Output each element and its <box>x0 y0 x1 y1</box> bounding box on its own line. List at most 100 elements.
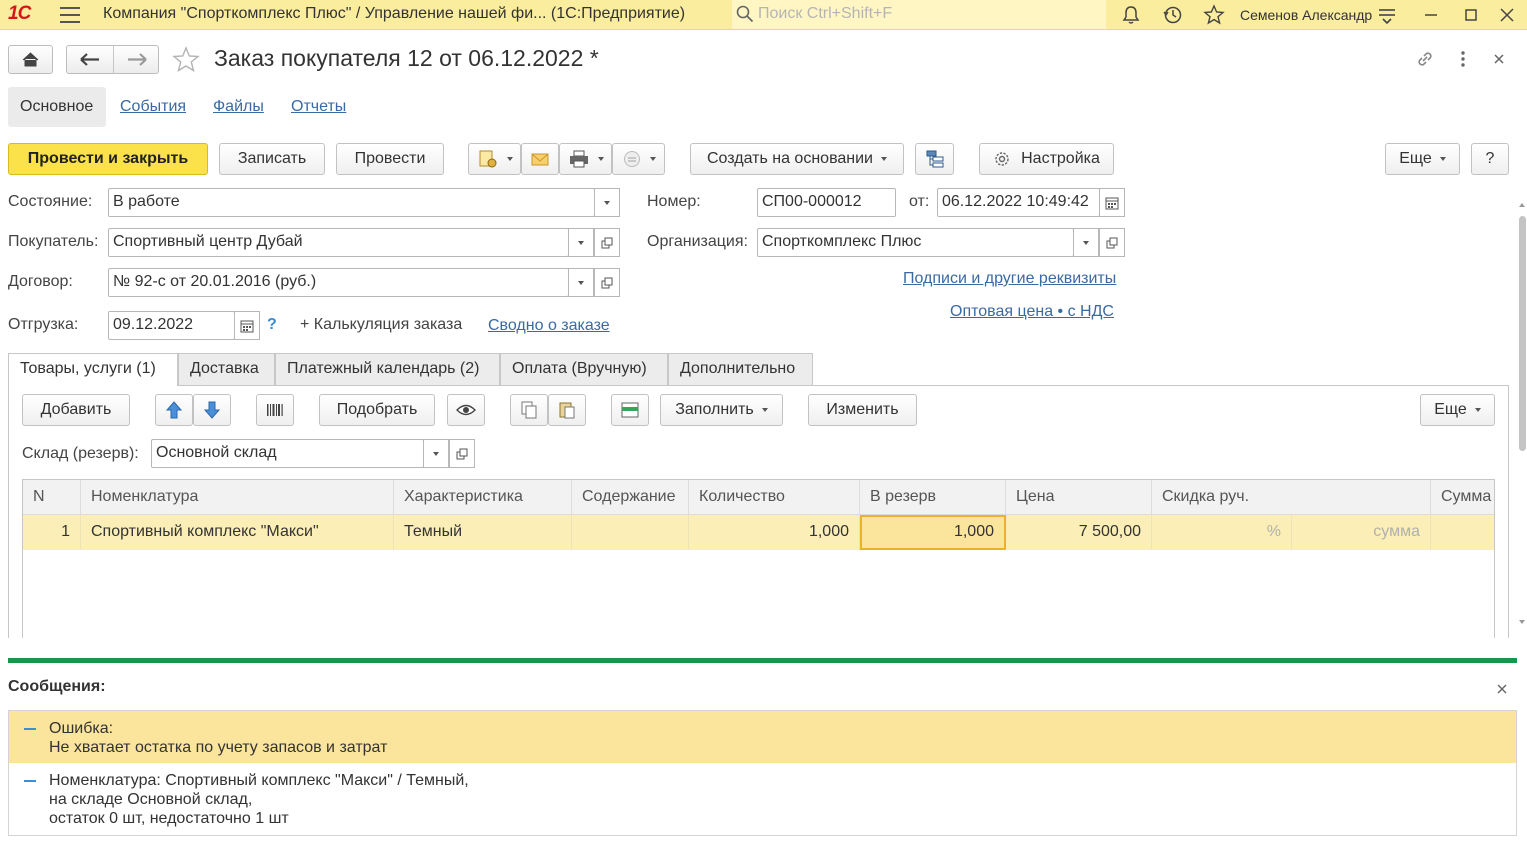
post-and-close-button[interactable]: Провести и закрыть <box>8 143 208 175</box>
main-menu-icon[interactable] <box>60 7 80 23</box>
contract-field[interactable]: № 92-с от 20.01.2016 (руб.) <box>108 268 569 297</box>
tab-goods[interactable]: Товары, услуги (1) <box>8 353 178 386</box>
col-header-quantity[interactable]: Количество <box>689 480 860 515</box>
contract-open-button[interactable] <box>594 268 620 297</box>
goods-more-button[interactable]: Еще <box>1420 394 1495 426</box>
favorite-star-icon[interactable] <box>172 46 200 74</box>
move-up-button[interactable] <box>155 394 193 426</box>
date-calendar-button[interactable] <box>1099 188 1125 217</box>
print-button[interactable] <box>559 143 612 175</box>
cell-discount-percent[interactable]: % <box>1152 515 1292 550</box>
close-window-icon[interactable] <box>1496 4 1518 26</box>
history-icon[interactable] <box>1162 4 1184 26</box>
organization-open-button[interactable] <box>1099 228 1125 257</box>
tab-files[interactable]: Файлы <box>213 98 264 116</box>
cell-quantity[interactable]: 1,000 <box>689 515 860 550</box>
vertical-scrollbar[interactable] <box>1517 200 1527 638</box>
buyer-field[interactable]: Спортивный центр Дубай <box>108 228 569 257</box>
tab-main[interactable]: Основное <box>8 87 106 127</box>
error-message[interactable]: Ошибка: Не хватает остатка по учету запа… <box>9 711 1516 763</box>
contract-dropdown-button[interactable] <box>568 268 594 297</box>
post-button[interactable]: Провести <box>336 143 444 175</box>
cell-n[interactable]: 1 <box>23 515 81 550</box>
buyer-dropdown-button[interactable] <box>568 228 594 257</box>
close-messages-icon[interactable] <box>1495 682 1509 696</box>
maximize-icon[interactable] <box>1460 4 1482 26</box>
col-header-price[interactable]: Цена <box>1006 480 1152 515</box>
warehouse-field[interactable]: Основной склад <box>151 439 424 468</box>
tab-payment[interactable]: Оплата (Вручную) <box>500 353 668 385</box>
shipment-date-field[interactable]: 09.12.2022 <box>108 311 235 340</box>
buyer-open-button[interactable] <box>594 228 620 257</box>
messages-divider[interactable] <box>8 658 1517 663</box>
organization-dropdown-button[interactable] <box>1073 228 1099 257</box>
copy-button[interactable] <box>510 394 548 426</box>
pick-items-button[interactable]: Подобрать <box>319 394 435 426</box>
preview-button[interactable] <box>447 394 485 426</box>
cell-characteristic[interactable]: Темный <box>394 515 572 550</box>
back-arrow-icon[interactable] <box>67 46 113 73</box>
search-input[interactable]: Поиск Ctrl+Shift+F <box>732 0 1106 29</box>
price-type-link[interactable]: Оптовая цена • с НДС <box>950 303 1114 321</box>
cell-discount-sum[interactable]: сумма <box>1292 515 1431 550</box>
warehouse-open-button[interactable] <box>449 439 475 468</box>
fill-button[interactable]: Заполнить <box>660 394 783 426</box>
col-header-reserve[interactable]: В резерв <box>860 480 1006 515</box>
structure-button[interactable] <box>915 143 954 175</box>
col-header-content[interactable]: Содержание <box>572 480 689 515</box>
scrollbar-thumb[interactable] <box>1519 216 1526 451</box>
col-header-n[interactable]: N <box>23 480 81 515</box>
number-field[interactable]: СП00-000012 <box>757 188 896 217</box>
favorites-star-icon[interactable] <box>1203 4 1225 26</box>
cell-sum[interactable] <box>1431 515 1494 550</box>
tab-delivery[interactable]: Доставка <box>178 353 275 385</box>
cell-price[interactable]: 7 500,00 <box>1006 515 1152 550</box>
date-field[interactable]: 06.12.2022 10:49:42 <box>937 188 1100 217</box>
save-button[interactable]: Записать <box>219 143 325 175</box>
shipment-calendar-button[interactable] <box>234 311 260 340</box>
home-button[interactable] <box>8 45 53 74</box>
order-summary-link[interactable]: Сводно о заказе <box>488 317 610 335</box>
more-vertical-icon[interactable] <box>1452 48 1474 70</box>
detail-message[interactable]: Номенклатура: Спортивный комплекс "Макси… <box>9 763 1516 835</box>
minimize-icon[interactable] <box>1420 4 1442 26</box>
move-down-button[interactable] <box>193 394 231 426</box>
print-forms-button[interactable] <box>468 143 521 175</box>
barcode-button[interactable] <box>256 394 294 426</box>
signatures-link[interactable]: Подписи и другие реквизиты <box>903 270 1116 288</box>
col-header-sum[interactable]: Сумма <box>1431 480 1494 515</box>
create-based-on-button[interactable]: Создать на основании <box>690 143 904 175</box>
settings-button[interactable]: Настройка <box>979 143 1114 175</box>
scroll-down-icon[interactable] <box>1517 617 1527 627</box>
help-button[interactable]: ? <box>1471 143 1509 175</box>
cell-reserve[interactable]: 1,000 <box>860 515 1006 550</box>
col-header-discount[interactable]: Скидка руч. <box>1152 480 1431 515</box>
edo-button[interactable] <box>612 143 665 175</box>
scroll-up-icon[interactable] <box>1517 200 1527 210</box>
close-form-icon[interactable] <box>1488 48 1510 70</box>
add-row-button[interactable]: Добавить <box>22 394 130 426</box>
shipment-help-icon[interactable]: ? <box>267 316 277 334</box>
state-dropdown-button[interactable] <box>594 188 620 217</box>
paste-button[interactable] <box>548 394 586 426</box>
current-user[interactable]: Семенов Александр <box>1240 7 1372 23</box>
warehouse-dropdown-button[interactable] <box>423 439 449 468</box>
change-button[interactable]: Изменить <box>808 394 917 426</box>
col-header-item[interactable]: Номенклатура <box>81 480 394 515</box>
fill-table-button[interactable] <box>611 394 649 426</box>
tab-payment-calendar[interactable]: Платежный календарь (2) <box>275 353 500 385</box>
link-icon[interactable] <box>1414 48 1436 70</box>
settings-menu-icon[interactable] <box>1376 4 1398 26</box>
organization-field[interactable]: Спорткомплекс Плюс <box>757 228 1074 257</box>
col-header-characteristic[interactable]: Характеристика <box>394 480 572 515</box>
tab-additional[interactable]: Дополнительно <box>668 353 813 385</box>
tab-events[interactable]: События <box>120 98 186 116</box>
calculation-toggle[interactable]: + Калькуляция заказа <box>300 316 462 334</box>
more-button[interactable]: Еще <box>1385 143 1460 175</box>
email-button[interactable] <box>521 143 559 175</box>
state-field[interactable]: В работе <box>108 188 595 217</box>
cell-item[interactable]: Спортивный комплекс "Макси" <box>81 515 394 550</box>
forward-arrow-icon[interactable] <box>114 46 160 73</box>
cell-content[interactable] <box>572 515 689 550</box>
goods-table[interactable]: N Номенклатура Характеристика Содержание… <box>22 479 1495 638</box>
